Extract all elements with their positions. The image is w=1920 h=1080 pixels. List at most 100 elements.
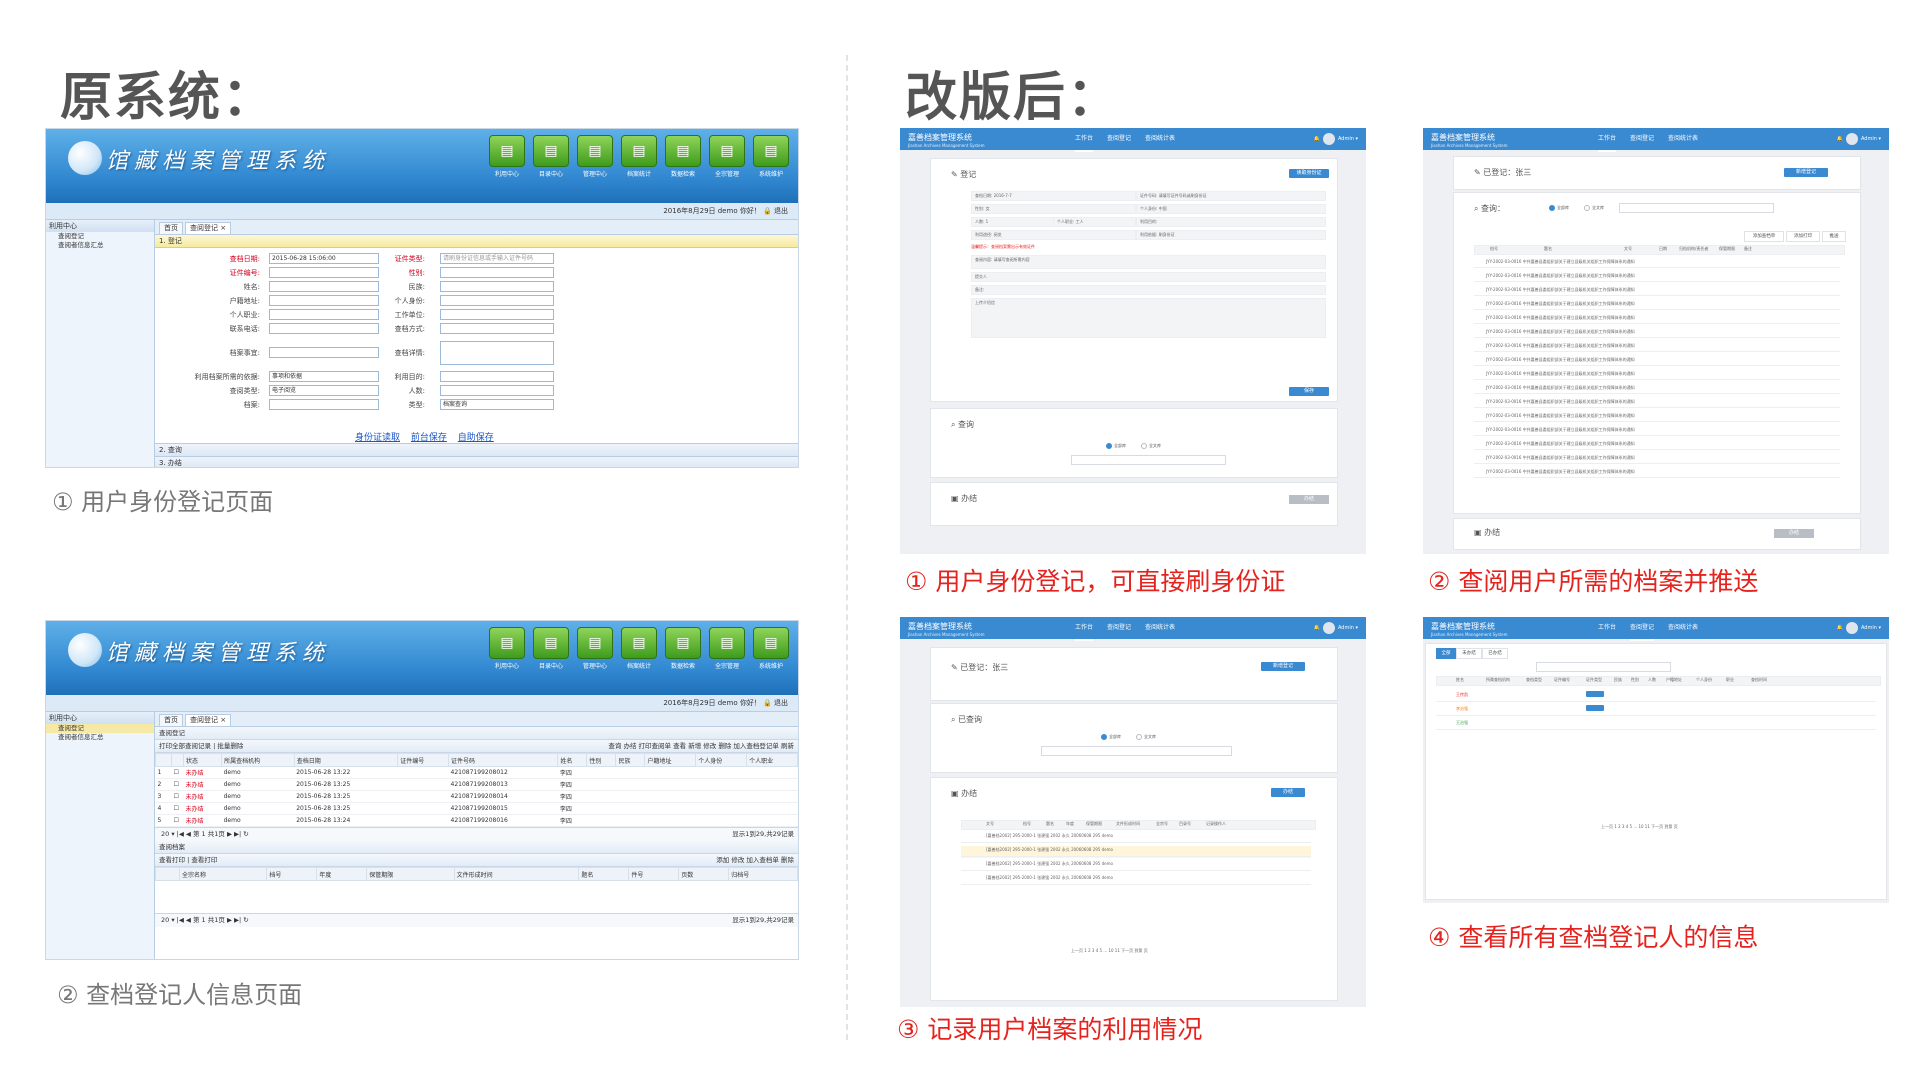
table-row[interactable]: JYY-2002-03-0016 中共嘉善县委组织部关于建立县级机关组织工作保障… — [1486, 259, 1635, 265]
push-button[interactable]: 推送 — [1822, 231, 1846, 242]
table-row[interactable]: JYY-2002-03-0016 中共嘉善县委组织部关于建立县级机关组织工作保障… — [1486, 273, 1635, 279]
archive-add-button[interactable]: 添加 — [716, 856, 729, 864]
type-input[interactable]: 档案查询 — [440, 399, 554, 410]
toolbar-search-button[interactable]: ▤ 数据检索 — [664, 135, 702, 178]
finish-button[interactable]: 办结 — [1774, 529, 1814, 538]
finish-button[interactable]: 办结 — [623, 742, 636, 750]
print-all-link[interactable]: 打印全部查阅记录 | 批量删除 — [159, 742, 243, 750]
radio-all[interactable]: 全部库 — [1106, 443, 1126, 449]
finish-button[interactable]: 办结 — [1271, 788, 1305, 797]
table-row[interactable]: [嘉善档2002] 295-2000-1 张建强 2002 永久 2006060… — [986, 847, 1113, 853]
add-querylist-button[interactable]: 添加查档单 — [1744, 231, 1784, 242]
table-row[interactable]: JYY-2002-03-0016 中共嘉善县委组织部关于建立县级机关组织工作保障… — [1486, 343, 1635, 349]
archive-delete-button[interactable]: 删除 — [781, 856, 794, 864]
nav-register[interactable]: 查阅登记 — [1630, 128, 1654, 152]
table-row[interactable]: [嘉善档2002] 295-2000-1 张建强 2002 永久 2006060… — [986, 875, 1113, 881]
table-row[interactable]: JYY-2002-03-0016 中共嘉善县委组织部关于建立县级机关组织工作保障… — [1486, 455, 1635, 461]
tab-home[interactable]: 首页 — [159, 222, 183, 234]
table-row[interactable]: JYY-2002-03-0016 中共嘉善县委组织部关于建立县级机关组织工作保障… — [1486, 469, 1635, 475]
toolbar-stats-button[interactable]: ▤ 档案统计 — [620, 627, 658, 670]
row-name-3[interactable]: 王治强 — [1456, 720, 1468, 726]
toolbar-manage-button[interactable]: ▤ 管理中心 — [576, 135, 614, 178]
count-input[interactable] — [440, 385, 554, 396]
new-register-button[interactable]: 新增登记 — [1784, 168, 1828, 177]
nav-register[interactable]: 查阅登记 — [1107, 128, 1131, 152]
idtype-select[interactable]: 请刷身份证信息或手输入证件号码 — [440, 253, 554, 264]
toolbar-system-button[interactable]: ▤ 系统维护 — [752, 135, 790, 178]
sidebar-item-register[interactable]: 查阅登记 — [46, 724, 154, 733]
field-idno[interactable]: 证件号码: 请填写证件号码或刷身份证 — [1136, 191, 1326, 201]
toolbar-system-button[interactable]: ▤ 系统维护 — [752, 627, 790, 670]
table-row[interactable]: JYY-2002-03-0016 中共嘉善县委组织部关于建立县级机关组织工作保障… — [1486, 399, 1635, 405]
nav-stats[interactable]: 查阅统计表 — [1668, 128, 1698, 152]
table-row[interactable]: 3 ☐ 未办结 demo 2015-06-28 13:25 421087199208014… — [155, 790, 798, 803]
user-menu[interactable]: 🔔 Admin ▾ — [1837, 128, 1881, 150]
nav-workbench[interactable]: 工作台 — [1598, 617, 1616, 641]
save-button[interactable]: 保存 — [1289, 387, 1329, 396]
nation-input[interactable] — [440, 281, 554, 292]
nav-stats[interactable]: 查阅统计表 — [1145, 617, 1175, 641]
sidebar-item-summary[interactable]: 查阅者信息汇总 — [46, 733, 154, 742]
table-row[interactable]: JYY-2002-03-0016 中共嘉善县委组织部关于建立县级机关组织工作保障… — [1486, 413, 1635, 419]
search-input[interactable] — [1536, 662, 1671, 672]
table-row[interactable]: [嘉善档2002] 295-2000-1 张建强 2002 永久 2006060… — [986, 833, 1113, 839]
bell-icon[interactable]: 🔔 — [1837, 136, 1843, 142]
finish-button[interactable]: 办结 — [1289, 495, 1329, 504]
user-menu[interactable]: 🔔 Admin ▾ — [1314, 617, 1358, 639]
field-content[interactable]: 查阅内容: 请填写查阅所需内容 — [971, 255, 1326, 269]
usage-pager[interactable]: 上一页 1 2 3 4 5 ... 10 11 下一页 到第 页 — [1071, 948, 1148, 954]
register-pager[interactable]: 20 ▾ |◀ ◀ 第 1 共1页 ▶ ▶| ↻ 显示1到29,共29记录 — [155, 827, 798, 841]
table-row[interactable]: JYY-2002-03-0016 中共嘉善县委组织部关于建立县级机关组织工作保障… — [1486, 315, 1635, 321]
print-button[interactable]: 打印查阅单 — [639, 742, 672, 750]
bell-icon[interactable]: 🔔 — [1314, 136, 1320, 142]
identity-select[interactable] — [440, 295, 554, 306]
field-remark[interactable]: 备注: — [971, 285, 1326, 295]
radio-all[interactable]: 全部库 — [1549, 205, 1569, 211]
nav-workbench[interactable]: 工作台 — [1075, 128, 1094, 152]
toolbar-catalog-button[interactable]: ▤ 目录中心 — [532, 135, 570, 178]
nav-workbench[interactable]: 工作台 — [1598, 128, 1617, 152]
all-pager[interactable]: 上一页 1 2 3 4 5 ... 10 11 下一页 到第 页 — [1601, 824, 1678, 830]
table-row[interactable]: JYY-2002-03-0016 中共嘉善县委组织部关于建立县级机关组织工作保障… — [1486, 287, 1635, 293]
detail-textarea[interactable] — [440, 341, 554, 365]
archive-edit-button[interactable]: 修改 — [731, 856, 744, 864]
query-input[interactable] — [1041, 746, 1232, 756]
table-row[interactable]: JYY-2002-03-0016 中共嘉善县委组织部关于建立县级机关组织工作保障… — [1486, 371, 1635, 377]
tab-all[interactable]: 全部 — [1436, 648, 1456, 659]
toolbar-fonds-button[interactable]: ▤ 全宗管理 — [708, 627, 746, 670]
table-row[interactable]: JYY-2002-03-0016 中共嘉善县委组织部关于建立县级机关组织工作保障… — [1486, 441, 1635, 447]
add-to-list-button[interactable]: 加入查档登记单 — [733, 742, 779, 750]
tab-home[interactable]: 首页 — [159, 714, 183, 726]
gender-input[interactable] — [440, 267, 554, 278]
edit-button[interactable]: 修改 — [703, 742, 716, 750]
field-job[interactable]: 个人职业: 工人 — [1053, 217, 1136, 227]
toolbar-catalog-button[interactable]: ▤ 目录中心 — [532, 627, 570, 670]
user-menu[interactable]: 🔔 Admin ▾ — [1837, 617, 1881, 639]
table-row[interactable]: JYY-2002-03-0016 中共嘉善县委组织部关于建立县级机关组织工作保障… — [1486, 329, 1635, 335]
field-nation[interactable]: 个人身份: 中国 — [1136, 204, 1326, 214]
print-view-link[interactable]: 查看打印 | 查看打印 — [159, 856, 217, 864]
toolbar-utilize-button[interactable]: ▤ 利用中心 — [488, 135, 526, 178]
field-count[interactable]: 人数: 1 — [971, 217, 1056, 227]
pager-controls[interactable]: 20 ▾ |◀ ◀ 第 1 共1页 ▶ ▶| ↻ — [161, 830, 249, 838]
tab-finished[interactable]: 已办结 — [1482, 648, 1508, 659]
query-button[interactable]: 查询 — [608, 742, 621, 750]
panel-query-header[interactable]: 2. 查询 — [155, 443, 798, 456]
sidebar-item-register[interactable]: 查阅登记 — [46, 232, 154, 241]
radio-full[interactable]: 全文库 — [1136, 734, 1156, 740]
toolbar-fonds-button[interactable]: ▤ 全宗管理 — [708, 135, 746, 178]
toolbar-search-button[interactable]: ▤ 数据检索 — [664, 627, 702, 670]
field-upload[interactable]: 上传介绍信 — [971, 298, 1326, 338]
tab-register[interactable]: 查阅登记 × — [185, 222, 232, 234]
toolbar-manage-button[interactable]: ▤ 管理中心 — [576, 627, 614, 670]
radio-all[interactable]: 全部库 — [1101, 734, 1121, 740]
archives-pager[interactable]: 20 ▾ |◀ ◀ 第 1 共1页 ▶ ▶| ↻ 显示1到29,共29记录 — [155, 913, 798, 927]
nav-register[interactable]: 查阅登记 — [1630, 617, 1655, 641]
table-row[interactable]: JYY-2002-03-0016 中共嘉善县委组织部关于建立县级机关组织工作保障… — [1486, 301, 1635, 307]
field-way[interactable]: 利用途径: 阅览 — [971, 230, 1136, 240]
view-button[interactable]: 查看 — [673, 742, 686, 750]
table-row[interactable]: 1 ☐ 未办结 demo 2015-06-28 13:22 421087199208012… — [155, 766, 798, 779]
add-print-button[interactable]: 添加打印 — [1786, 231, 1820, 242]
query-input[interactable] — [1071, 455, 1226, 465]
refresh-button[interactable]: 刷新 — [781, 742, 794, 750]
